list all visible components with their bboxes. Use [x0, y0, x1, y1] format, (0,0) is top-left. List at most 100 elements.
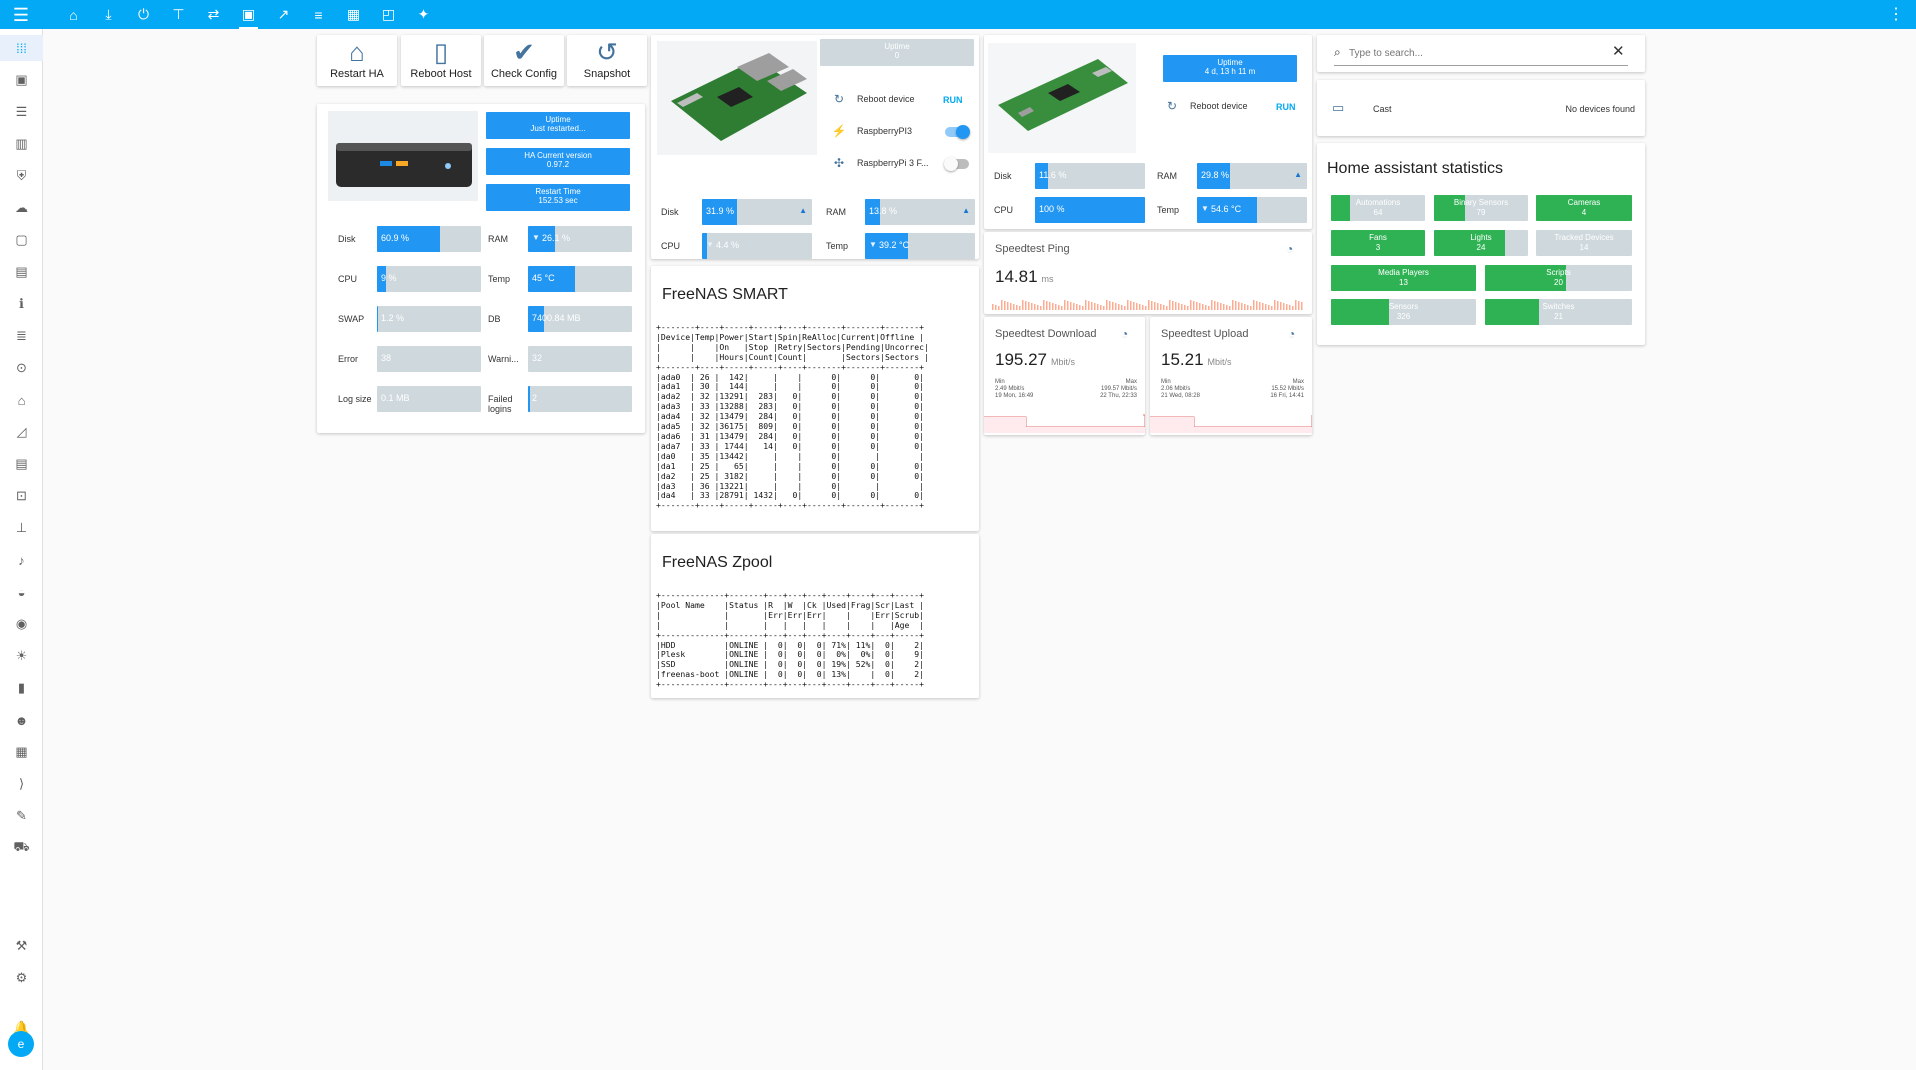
stat-bar[interactable]: 60.9 % [377, 226, 481, 252]
reboot-host-button[interactable]: ▯ Reboot Host [401, 35, 481, 86]
sidebar-item-log[interactable]: ≣ [0, 323, 43, 349]
stat-bar[interactable]: 100 % [1035, 197, 1145, 223]
stat-tile[interactable]: Sensors 326 [1331, 299, 1476, 325]
check-config-button[interactable]: ✔ Check Config [484, 35, 564, 86]
tab-film[interactable]: ▦ [336, 0, 371, 29]
sidebar-item-lights[interactable]: ☀ [0, 643, 43, 669]
tab-antenna[interactable]: ⊤ [161, 0, 196, 29]
server-icon: ▣ [241, 6, 256, 22]
sidebar-item-nodes[interactable]: ⊡ [0, 483, 43, 509]
tab-list[interactable]: ≡ [301, 0, 336, 29]
sidebar-item-info[interactable]: ℹ [0, 291, 43, 317]
sidebar-item-brush[interactable]: ✎ [0, 803, 43, 829]
stat-bar[interactable]: 32 [528, 346, 632, 372]
stat-tile[interactable]: Fans 3 [1331, 230, 1425, 256]
run-button[interactable]: RUN [943, 95, 963, 105]
sidebar-item-settings[interactable]: ⚙ [0, 965, 43, 991]
sidebar-item-table[interactable]: ▦ [0, 739, 43, 765]
restart-ha-button[interactable]: ⌂ Restart HA [317, 35, 397, 86]
stat-bar[interactable]: 39.2 °C ▼ [865, 233, 975, 259]
stat-bar[interactable]: 4.4 % ▼ [702, 233, 812, 259]
rpi3-toggle[interactable] [945, 125, 970, 139]
sidebar-item-box[interactable]: ▢ [0, 227, 43, 253]
sidebar-item-overview[interactable]: ⁞⁞⁞ [0, 35, 43, 61]
sidebar-item-tree[interactable]: ⊥ [0, 515, 43, 541]
sidebar-item-radio[interactable]: ◉ [0, 611, 43, 637]
sidebar-item-docs[interactable]: ▤ [0, 451, 43, 477]
close-icon[interactable]: ✕ [1612, 42, 1625, 60]
ping-bar [1097, 304, 1099, 310]
stat-label: DB [488, 314, 501, 324]
stat-bar[interactable]: 29.8 % ▲ [1197, 163, 1307, 189]
stat-tile[interactable]: Binary Sensors 79 [1434, 195, 1528, 221]
stat-tile[interactable]: Automations 64 [1331, 195, 1425, 221]
stat-tile[interactable]: Media Players 13 [1331, 265, 1476, 291]
stat-bar[interactable]: 11.6 % [1035, 163, 1145, 189]
tab-switch[interactable]: ⇄ [196, 0, 231, 29]
row-label: Reboot device [1190, 101, 1248, 111]
sidebar-item-book[interactable]: ▮ [0, 675, 43, 701]
stat-bar[interactable]: 2 [528, 386, 632, 412]
stat-bar[interactable]: 7400.84 MB [528, 306, 632, 332]
ping-bar [1289, 305, 1291, 310]
tab-home[interactable]: ⌂ [56, 0, 91, 29]
search-input[interactable] [1349, 44, 1589, 62]
tab-power[interactable]: ⏻ [126, 0, 161, 29]
sidebar-item-voice[interactable]: ♪ [0, 547, 43, 573]
sensor-name: Speedtest Upload [1161, 328, 1249, 340]
stat-bar[interactable]: 1.2 % [377, 306, 481, 332]
stat-tile-text: Scripts 20 [1485, 268, 1632, 288]
speedtest-ping-card[interactable]: Speedtest Ping ◔ 14.81 ms [984, 232, 1312, 314]
speedtest-download-card[interactable]: Speedtest Download ◔ 195.27 Mbit/s Min 2.4… [984, 317, 1145, 435]
ping-bar [1247, 305, 1249, 310]
stat-tile[interactable]: Lights 24 [1434, 230, 1528, 256]
sidebar-item-media[interactable]: ⊙ [0, 355, 43, 381]
stat-tile-name: Binary Sensors [1453, 198, 1509, 207]
stat-bar[interactable]: 31.9 % ▲ [702, 199, 812, 225]
tab-cast[interactable]: ◰ [371, 0, 406, 29]
sidebar-item-card[interactable]: ▤ [0, 259, 43, 285]
stat-tile[interactable]: Tracked Devices 14 [1536, 230, 1632, 256]
download-sparkline [984, 414, 1145, 433]
stat-bar[interactable]: 13.8 % ▲ [865, 199, 975, 225]
sidebar-item-logbook[interactable]: ☰ [0, 99, 43, 125]
stat-bar[interactable]: 54.6 °C ▼ [1197, 197, 1307, 223]
stat-bar[interactable]: 0.1 MB [377, 386, 481, 412]
stat-tile[interactable]: Switches 21 [1485, 299, 1632, 325]
sidebar-item-stats[interactable]: ◿ [0, 419, 43, 445]
sensor-value: 15.21 Mbit/s [1161, 350, 1232, 370]
more-vert-icon[interactable]: ⋮ [1888, 4, 1904, 24]
snapshot-button[interactable]: ↺ Snapshot [567, 35, 647, 86]
radio-icon: ◉ [15, 616, 28, 631]
tab-sparkle[interactable]: ✦ [406, 0, 441, 29]
sidebar-item-shopping[interactable]: ⛟ [0, 835, 43, 861]
sidebar-item-cloud[interactable]: ☁ [0, 195, 43, 221]
stat-bar[interactable]: 38 [377, 346, 481, 372]
tab-download[interactable]: ⤓ [91, 0, 126, 29]
stat-tile-count: 14 [1579, 243, 1589, 252]
sidebar-item-history[interactable]: ▥ [0, 131, 43, 157]
stat-tile[interactable]: Cameras 4 [1536, 195, 1632, 221]
avatar[interactable]: e [8, 1031, 34, 1057]
tab-server[interactable]: ▣ [231, 0, 266, 29]
sidebar-item-security[interactable]: ⛨ [0, 163, 43, 189]
stat-bar[interactable]: 45 °C [528, 266, 632, 292]
stat-tile[interactable]: Scripts 20 [1485, 265, 1632, 291]
sidebar-item-map[interactable]: ▣ [0, 67, 43, 93]
speedtest-upload-card[interactable]: Speedtest Upload ◔ 15.21 Mbit/s Min 2.06 M… [1150, 317, 1312, 435]
tab-chart[interactable]: ↗ [266, 0, 301, 29]
stat-label: Error [338, 354, 358, 364]
ping-bar [1175, 302, 1177, 310]
rpi3-fan-toggle[interactable] [944, 157, 969, 171]
run-button[interactable]: RUN [1276, 102, 1296, 112]
stat-bar[interactable]: 9 % [377, 266, 481, 292]
sidebar-item-people[interactable]: ☻ [0, 707, 43, 733]
sidebar-item-developer[interactable]: ⚒ [0, 933, 43, 959]
sidebar-item-duck[interactable]: ◒ [0, 579, 43, 605]
menu-icon[interactable]: ☰ [8, 4, 34, 26]
stat-bar[interactable]: 26.1 % ▼ [528, 226, 632, 252]
play-icon: ⊙ [16, 360, 27, 375]
ping-bar [1022, 300, 1024, 310]
sidebar-item-home[interactable]: ⌂ [0, 387, 43, 413]
sidebar-item-code[interactable]: ⟩ [0, 771, 43, 797]
